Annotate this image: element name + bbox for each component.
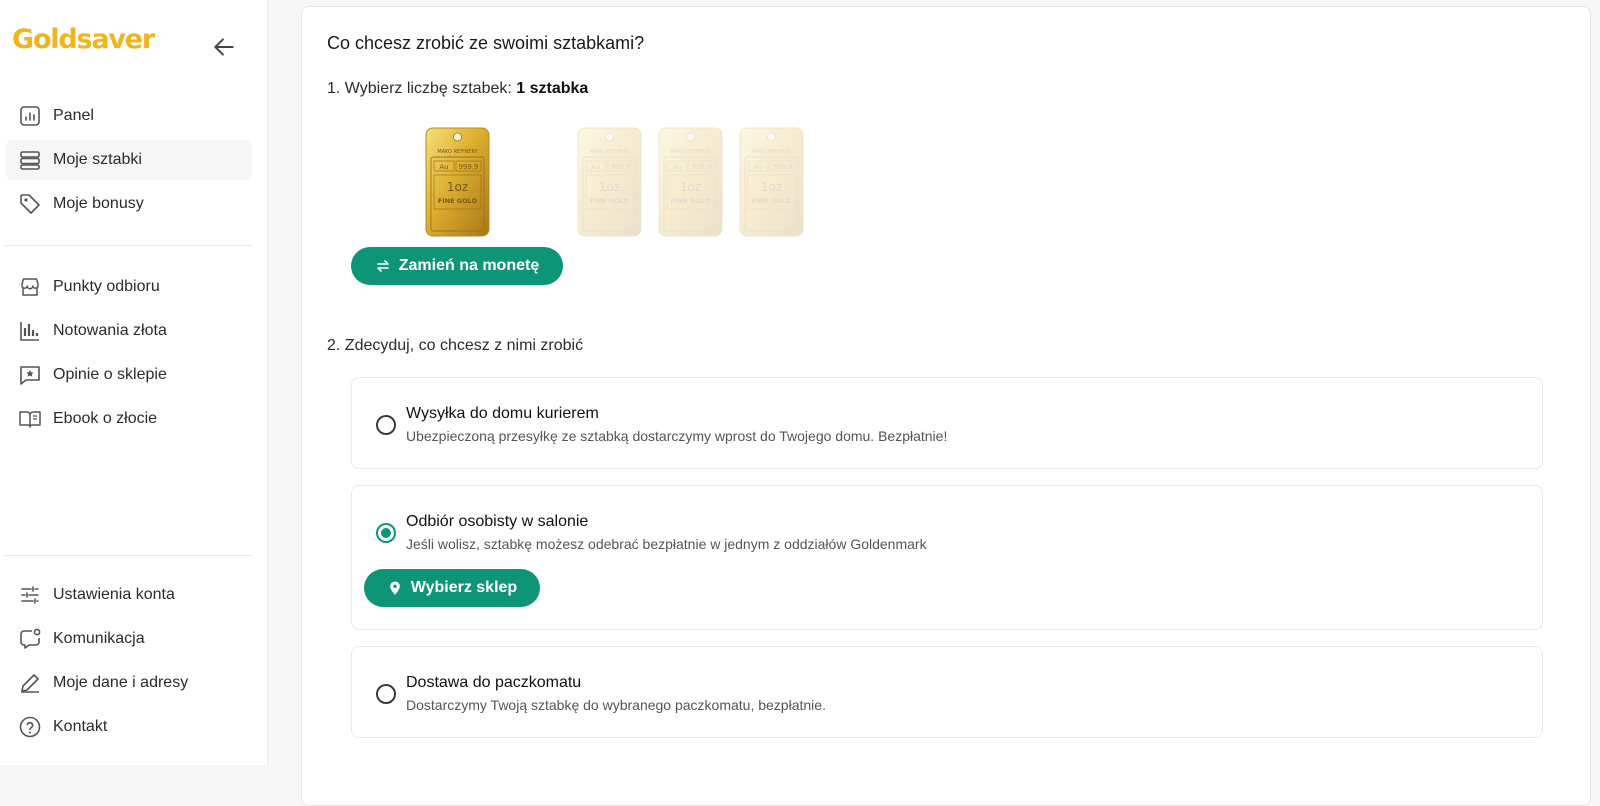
primary-nav: Panel Moje sztabki Moje bonusy bbox=[5, 96, 252, 228]
account-nav: Ustawienia konta Komunikacja Moje dane i… bbox=[5, 575, 252, 751]
svg-text:999.9: 999.9 bbox=[458, 163, 478, 171]
sidebar-item-moje-bonusy[interactable]: Moje bonusy bbox=[5, 184, 252, 224]
gold-bar-graphic: MAKO REFINERY Au 999.9 1oz FINE GOLD bbox=[577, 127, 642, 237]
sidebar-item-label: Ebook o złocie bbox=[53, 410, 158, 427]
sidebar-item-panel[interactable]: Panel bbox=[5, 96, 252, 136]
svg-text:999.9: 999.9 bbox=[691, 163, 711, 171]
sidebar-item-label: Notowania złota bbox=[53, 322, 167, 339]
sidebar-item-opinie-o-sklepie[interactable]: Opinie o sklepie bbox=[5, 355, 252, 395]
step-1-label: 1. Wybierz liczbę sztabek: 1 sztabka bbox=[327, 80, 589, 97]
step-2-label: 2. Zdecyduj, co chcesz z nimi zrobić bbox=[327, 337, 584, 354]
sliders-icon bbox=[18, 583, 42, 607]
gold-bar-3[interactable]: MAKO REFINERY Au 999.9 1oz FINE GOLD bbox=[658, 127, 723, 237]
book-icon bbox=[18, 407, 42, 431]
svg-text:Au: Au bbox=[591, 163, 600, 171]
option-title: Odbiór osobisty w salonie bbox=[406, 513, 589, 530]
svg-text:MAKO REFINERY: MAKO REFINERY bbox=[670, 149, 711, 155]
svg-text:Au: Au bbox=[672, 163, 681, 171]
svg-text:FINE GOLD: FINE GOLD bbox=[671, 197, 711, 205]
gold-bar-graphic: MAKO REFINERY Au 999.9 1oz FINE GOLD bbox=[739, 127, 804, 237]
svg-text:FINE GOLD: FINE GOLD bbox=[590, 197, 630, 205]
goldsaver-logo[interactable]: Goldsaver bbox=[12, 24, 155, 55]
option-description: Ubezpieczoną przesyłkę ze sztabką dostar… bbox=[406, 428, 948, 444]
arrow-left-icon bbox=[211, 38, 237, 64]
help-circle-icon bbox=[18, 715, 42, 739]
sidebar-divider bbox=[5, 555, 252, 556]
option-title: Dostawa do paczkomatu bbox=[406, 674, 582, 691]
svg-text:MAKO REFINERY: MAKO REFINERY bbox=[751, 149, 792, 155]
sidebar-item-label: Ustawienia konta bbox=[53, 586, 175, 603]
sidebar-item-label: Opinie o sklepie bbox=[53, 366, 167, 383]
svg-text:999.9: 999.9 bbox=[772, 163, 792, 171]
sidebar-item-komunikacja[interactable]: Komunikacja bbox=[5, 619, 252, 659]
tag-icon bbox=[18, 192, 42, 216]
option-title: Wysyłka do domu kurierem bbox=[406, 405, 599, 422]
stack-bars-icon bbox=[18, 148, 42, 172]
sidebar-item-label: Moje bonusy bbox=[53, 195, 144, 212]
sidebar: Goldsaver Panel Moje sztabki Moje bonusy bbox=[0, 0, 268, 765]
option-description: Dostarczymy Twoją sztabkę do wybranego p… bbox=[406, 697, 826, 713]
svg-text:Au: Au bbox=[439, 163, 448, 171]
sidebar-item-notowania-zlota[interactable]: Notowania złota bbox=[5, 311, 252, 351]
parcel-locker-radio[interactable] bbox=[376, 684, 396, 704]
swap-to-coin-button[interactable]: Zamień na monetę bbox=[351, 247, 563, 285]
chart-panel-icon bbox=[18, 104, 42, 128]
svg-text:1oz: 1oz bbox=[447, 180, 468, 194]
choose-store-label: Wybierz sklep bbox=[410, 579, 518, 596]
sidebar-item-moje-sztabki[interactable]: Moje sztabki bbox=[5, 140, 252, 180]
option-description: Jeśli wolisz, sztabkę możesz odebrać bez… bbox=[406, 536, 927, 552]
sidebar-item-label: Moje dane i adresy bbox=[53, 674, 189, 691]
bar-chart-icon bbox=[18, 319, 42, 343]
swap-to-coin-label: Zamień na monetę bbox=[398, 257, 540, 274]
secondary-nav: Punkty odbioru Notowania złota Opinie o … bbox=[5, 267, 252, 443]
delivery-option-pickup-in-store[interactable]: Odbiór osobisty w salonie Jeśli wolisz, … bbox=[351, 485, 1543, 630]
sidebar-divider bbox=[5, 245, 252, 246]
sidebar-item-label: Komunikacja bbox=[53, 630, 145, 647]
pickup-radio[interactable] bbox=[376, 523, 396, 543]
sidebar-item-label: Punkty odbioru bbox=[53, 278, 160, 295]
chat-bell-icon bbox=[18, 627, 42, 651]
pen-icon bbox=[18, 671, 42, 695]
sidebar-item-ustawienia-konta[interactable]: Ustawienia konta bbox=[5, 575, 252, 615]
map-pin-icon bbox=[387, 580, 403, 596]
gold-bar-graphic: MAKO REFINERY Au 999.9 1oz FINE GOLD bbox=[658, 127, 723, 237]
page-title: Co chcesz zrobić ze swoimi sztabkami? bbox=[327, 33, 645, 53]
svg-text:999.9: 999.9 bbox=[610, 163, 630, 171]
svg-text:1oz: 1oz bbox=[599, 180, 620, 194]
svg-text:1oz: 1oz bbox=[761, 180, 782, 194]
choose-store-button[interactable]: Wybierz sklep bbox=[364, 569, 540, 607]
sidebar-item-label: Panel bbox=[53, 107, 94, 124]
sidebar-item-ebook-o-zlocie[interactable]: Ebook o złocie bbox=[5, 399, 252, 439]
gold-bar-1[interactable]: MAKO REFINERY Au 999.9 1oz FINE GOLD bbox=[425, 127, 490, 237]
gold-bar-4[interactable]: MAKO REFINERY Au 999.9 1oz FINE GOLD bbox=[739, 127, 804, 237]
gold-bar-2[interactable]: MAKO REFINERY Au 999.9 1oz FINE GOLD bbox=[577, 127, 642, 237]
delivery-option-courier[interactable]: Wysyłka do domu kurierem Ubezpieczoną pr… bbox=[351, 377, 1543, 469]
delivery-option-parcel-locker[interactable]: Dostawa do paczkomatu Dostarczymy Twoją … bbox=[351, 646, 1543, 738]
svg-text:FINE GOLD: FINE GOLD bbox=[438, 197, 478, 205]
sidebar-item-kontakt[interactable]: Kontakt bbox=[5, 707, 252, 747]
star-message-icon bbox=[18, 363, 42, 387]
collapse-sidebar-button[interactable] bbox=[211, 34, 237, 60]
svg-text:MAKO REFINERY: MAKO REFINERY bbox=[589, 149, 630, 155]
gold-bar-graphic: MAKO REFINERY Au 999.9 1oz FINE GOLD bbox=[425, 127, 490, 237]
swap-arrows-icon bbox=[375, 258, 391, 274]
sidebar-item-label: Kontakt bbox=[53, 718, 108, 735]
main-card: Co chcesz zrobić ze swoimi sztabkami? 1.… bbox=[301, 6, 1591, 806]
sidebar-item-punkty-odbioru[interactable]: Punkty odbioru bbox=[5, 267, 252, 307]
svg-text:MAKO REFINERY: MAKO REFINERY bbox=[437, 149, 478, 155]
courier-radio[interactable] bbox=[376, 415, 396, 435]
svg-text:FINE GOLD: FINE GOLD bbox=[752, 197, 792, 205]
sidebar-item-label: Moje sztabki bbox=[53, 151, 142, 168]
store-icon bbox=[18, 275, 42, 299]
selected-bar-count: 1 sztabka bbox=[516, 80, 589, 97]
sidebar-item-moje-dane-i-adresy[interactable]: Moje dane i adresy bbox=[5, 663, 252, 703]
svg-text:Au: Au bbox=[753, 163, 762, 171]
svg-text:1oz: 1oz bbox=[680, 180, 701, 194]
